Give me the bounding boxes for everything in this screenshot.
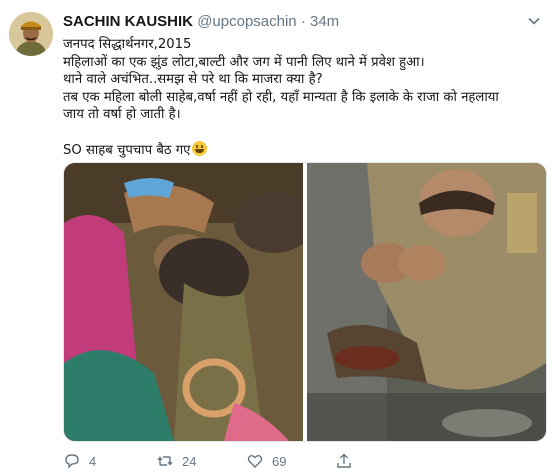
media-grid: [63, 162, 547, 442]
reply-count: 4: [89, 453, 97, 469]
retweet-icon: [157, 456, 173, 466]
like-count: 69: [272, 453, 287, 469]
tweet-header: SACHIN KAUSHIK @upcopsachin · 34m: [63, 13, 339, 30]
tweet-card: SACHIN KAUSHIK @upcopsachin · 34m जनपद स…: [0, 0, 555, 476]
user-handle[interactable]: @upcopsachin: [197, 13, 296, 30]
like-icon: [247, 455, 263, 468]
reply-icon: [65, 454, 79, 469]
user-name[interactable]: SACHIN KAUSHIK: [63, 13, 193, 30]
photo-right-image: [307, 163, 546, 441]
reply-button[interactable]: 4: [63, 450, 96, 472]
separator-dot: ·: [300, 13, 306, 30]
chevron-down-icon[interactable]: [527, 14, 541, 28]
tweet-line-last: SO साहब चुपचाप बैठ गए: [63, 140, 543, 160]
tweet-line: जनपद सिद्धार्थनगर,2015: [63, 37, 192, 52]
retweet-button[interactable]: 24: [156, 450, 196, 472]
share-button[interactable]: [335, 450, 361, 472]
like-button[interactable]: 69: [246, 450, 286, 472]
action-bar: 4 24 69: [63, 450, 543, 472]
photo-left[interactable]: [64, 163, 303, 441]
tweet-line: महिलाओं का एक झुंड लोटा,बाल्टी और जग में…: [63, 54, 425, 70]
tweet-line: जाय तो वर्षा हो जाती है।: [63, 107, 181, 123]
tweet-line-last-text: SO साहब चुपचाप बैठ गए: [63, 142, 191, 158]
avatar-image: [9, 12, 53, 56]
tweet-line: तब एक महिला बोली साहेब,वर्षा नहीं हो रही…: [63, 89, 499, 105]
grinning-emoji-icon: [192, 140, 208, 156]
photo-left-image: [64, 163, 303, 441]
tweet-text: जनपद सिद्धार्थनगर,2015 महिलाओं का एक झुं…: [63, 36, 543, 160]
share-icon: [337, 453, 351, 468]
timestamp[interactable]: 34m: [310, 13, 339, 30]
tweet-line: थाने वाले अचंभित..समझ से परे था कि माजरा…: [63, 72, 323, 88]
photo-right[interactable]: [307, 163, 546, 441]
retweet-count: 24: [182, 453, 197, 469]
avatar[interactable]: [9, 12, 53, 56]
